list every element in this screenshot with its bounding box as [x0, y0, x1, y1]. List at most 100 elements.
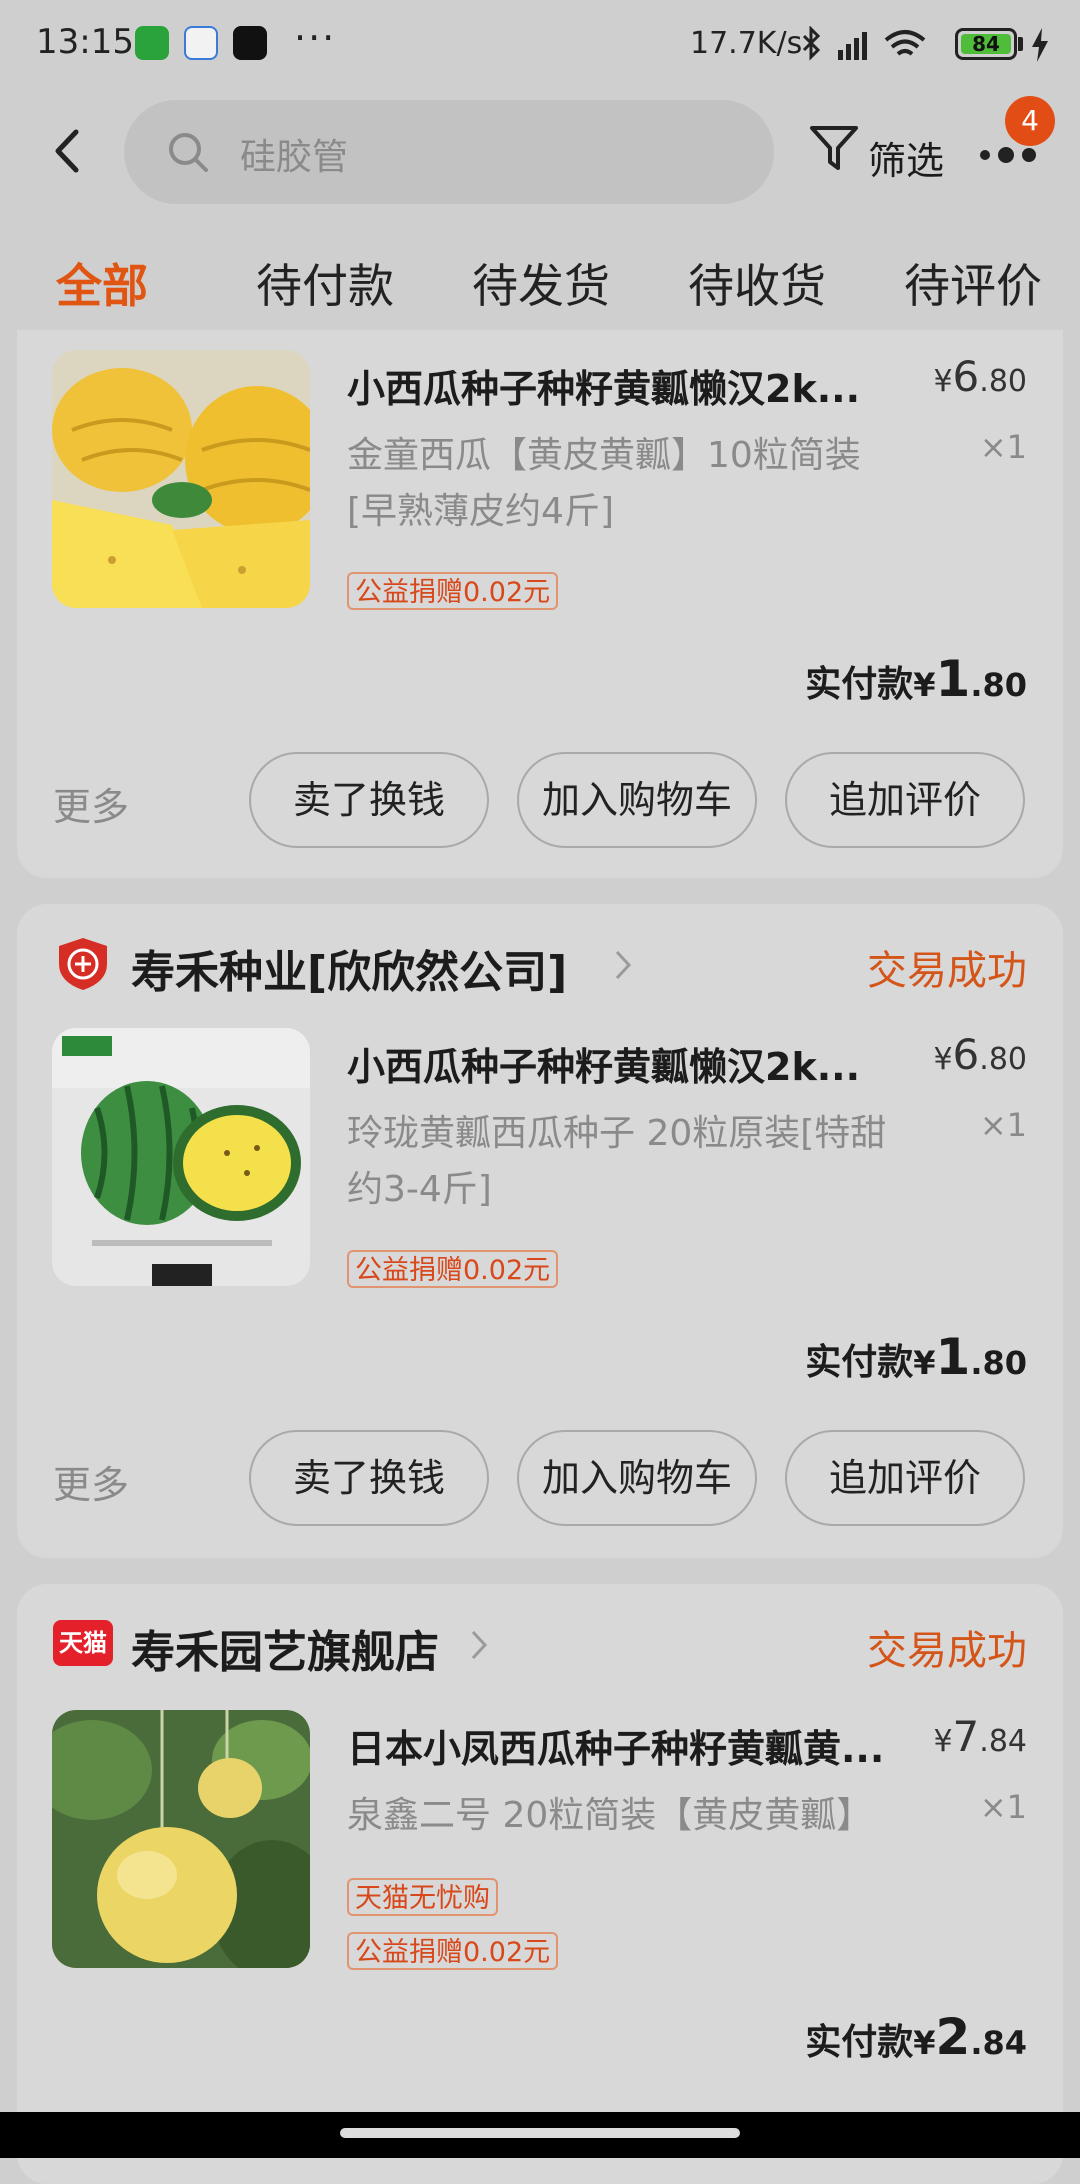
- add-review-button[interactable]: 追加评价: [785, 752, 1025, 848]
- paid-decimal: .80: [970, 666, 1027, 704]
- paid-label: 实付款: [805, 1342, 914, 1383]
- tab-pending-shipment[interactable]: 待发货: [472, 250, 610, 316]
- tiktok-icon: [233, 26, 267, 60]
- add-to-cart-button[interactable]: 加入购物车: [517, 752, 757, 848]
- charity-tag: 公益捐赠0.02元: [347, 572, 559, 610]
- currency-symbol: ¥: [933, 1042, 953, 1077]
- charging-icon: [1032, 28, 1048, 62]
- hanging-melon-photo: [52, 1710, 310, 1968]
- tab-all[interactable]: 全部: [56, 250, 148, 316]
- paid-decimal: .84: [970, 2024, 1027, 2062]
- price-integer: 6: [952, 352, 980, 401]
- shop-name[interactable]: 寿禾种业[欣欣然公司]: [131, 936, 567, 1000]
- charity-tag: 公益捐赠0.02元: [347, 1250, 559, 1288]
- battery-tip: [1018, 37, 1023, 51]
- tmall-guarantee-tag: 天猫无忧购: [347, 1878, 498, 1916]
- paid-amount: 实付款¥1.80: [805, 650, 1027, 708]
- add-to-cart-button[interactable]: 加入购物车: [517, 1430, 757, 1526]
- price-decimal: .80: [979, 1042, 1027, 1077]
- product-sku: 玲珑黄瓤西瓜种子 20粒原装[特甜约3-4斤]: [347, 1113, 887, 1210]
- yellow-watermelon-photo: [52, 350, 310, 608]
- product-price: ¥6.80: [933, 1030, 1027, 1079]
- paid-integer: 2: [935, 2008, 971, 2066]
- status-bar: 13:15 ··· 17.7K/s 84: [0, 0, 1080, 96]
- price-integer: 7: [952, 1712, 980, 1761]
- more-link[interactable]: 更多: [53, 1454, 129, 1509]
- navigation-gesture-bar: [0, 2112, 1080, 2158]
- paid-label: 实付款: [805, 664, 914, 705]
- app-icon-green: [135, 26, 169, 60]
- app-icon-blue: [184, 26, 218, 60]
- top-nav: 硅胶管 筛选: [0, 96, 1080, 208]
- order-status: 交易成功: [867, 948, 1027, 994]
- resell-button[interactable]: 卖了换钱: [249, 752, 489, 848]
- wifi-icon: [884, 30, 926, 56]
- product-title[interactable]: 小西瓜种子种籽黄瓤懒汉2k...: [347, 1036, 887, 1091]
- product-price: ¥6.80: [933, 352, 1027, 401]
- product-title[interactable]: 小西瓜种子种籽黄瓤懒汉2k...: [347, 358, 887, 413]
- more-dot: [1022, 148, 1036, 162]
- currency-symbol: ¥: [933, 1724, 953, 1759]
- product-sku: 金童西瓜【黄皮黄瓤】10粒简装[早熟薄皮约4斤]: [347, 435, 861, 532]
- order-card: 小西瓜种子种籽黄瓤懒汉2k... ¥6.80 金童西瓜【黄皮黄瓤】10粒简装[早…: [17, 330, 1063, 878]
- notification-badge: 4: [1005, 96, 1055, 146]
- tab-pending-review[interactable]: 待评价: [904, 250, 1042, 316]
- tab-pending-payment[interactable]: 待付款: [256, 250, 394, 316]
- order-status: 交易成功: [867, 1628, 1027, 1674]
- paid-decimal: .80: [970, 1344, 1027, 1382]
- shop-row[interactable]: 天猫 寿禾园艺旗舰店 交易成功: [17, 1584, 1063, 1704]
- resell-button[interactable]: 卖了换钱: [249, 1430, 489, 1526]
- filter-label: 筛选: [868, 139, 945, 183]
- shop-name[interactable]: 寿禾园艺旗舰店: [131, 1616, 439, 1680]
- hd-signal-icon: [838, 32, 867, 60]
- more-dot: [998, 147, 1014, 163]
- chevron-right-icon: [615, 950, 632, 980]
- battery-level: 84: [961, 34, 1011, 54]
- product-image[interactable]: [52, 350, 310, 608]
- paid-integer: 1: [935, 650, 971, 708]
- charity-tag: 公益捐赠0.02元: [347, 1932, 559, 1970]
- status-more-icon: ···: [294, 16, 337, 60]
- bluetooth-icon: [802, 25, 821, 61]
- price-integer: 6: [952, 1030, 980, 1079]
- product-quantity: ×1: [979, 1106, 1027, 1144]
- price-decimal: .84: [979, 1724, 1027, 1759]
- search-placeholder: 硅胶管: [240, 137, 349, 178]
- currency-symbol: ¥: [933, 364, 953, 399]
- product-price: ¥7.84: [933, 1712, 1027, 1761]
- search-icon: [169, 133, 208, 172]
- add-review-button[interactable]: 追加评价: [785, 1430, 1025, 1526]
- paid-currency: ¥: [913, 1344, 936, 1382]
- order-card: 天猫 寿禾园艺旗舰店 交易成功 日本小凤西瓜种子种籽黄瓤黄... ¥7.84 泉…: [17, 1584, 1063, 2184]
- tmall-logo-text: 天猫: [59, 1629, 107, 1657]
- paid-integer: 1: [935, 1328, 971, 1386]
- product-image[interactable]: [52, 1028, 310, 1286]
- more-link[interactable]: 更多: [53, 776, 129, 831]
- seed-package-photo: [52, 1028, 310, 1286]
- search-input[interactable]: 硅胶管: [124, 100, 774, 204]
- status-time: 13:15: [36, 22, 134, 62]
- back-button[interactable]: [48, 126, 88, 176]
- product-quantity: ×1: [979, 428, 1027, 466]
- product-sku: 泉鑫二号 20粒简装【黄皮黄瓤】: [347, 1795, 873, 1836]
- battery-icon: 84: [955, 28, 1017, 60]
- tab-pending-receipt[interactable]: 待收货: [688, 250, 826, 316]
- order-tabs: 全部 待付款 待发货 待收货 待评价: [0, 240, 1080, 330]
- chevron-left-icon: [55, 129, 79, 173]
- paid-amount: 实付款¥1.80: [805, 1328, 1027, 1386]
- paid-currency: ¥: [913, 666, 936, 704]
- filter-icon: [810, 126, 858, 170]
- order-card: 寿禾种业[欣欣然公司] 交易成功 小西瓜种子种籽黄瓤懒汉2k... ¥6.80 …: [17, 904, 1063, 1558]
- product-title[interactable]: 日本小凤西瓜种子种籽黄瓤黄...: [347, 1718, 887, 1773]
- shop-row[interactable]: 寿禾种业[欣欣然公司] 交易成功: [17, 904, 1063, 1024]
- paid-amount: 实付款¥2.84: [805, 2008, 1027, 2066]
- tmall-logo: 天猫: [53, 1620, 113, 1666]
- paid-currency: ¥: [913, 2024, 936, 2062]
- paid-label: 实付款: [805, 2022, 914, 2063]
- net-speed: 17.7K/s: [690, 26, 803, 61]
- more-dot: [980, 150, 990, 160]
- product-image[interactable]: [52, 1710, 310, 1968]
- product-quantity: ×1: [979, 1788, 1027, 1826]
- system-icons: [800, 25, 950, 70]
- home-indicator[interactable]: [340, 2128, 740, 2138]
